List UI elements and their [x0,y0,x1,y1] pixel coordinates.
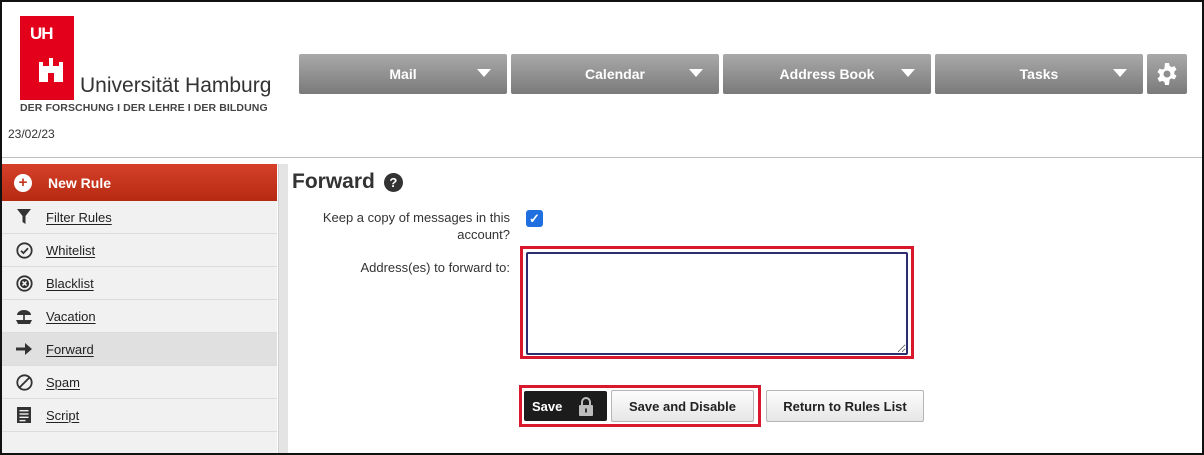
arrow-right-icon [12,343,36,355]
dropdown-arrow-icon[interactable] [1113,69,1127,77]
settings-button[interactable] [1147,54,1187,94]
plus-icon: + [14,173,32,192]
keep-copy-label: Keep a copy of messages in this account? [322,210,510,242]
vacation-icon [12,308,36,325]
nav-tab-address-book[interactable]: Address Book [723,54,931,94]
return-to-rules-list-label: Return to Rules List [783,398,907,414]
sidebar-item-script[interactable]: Script [2,399,277,432]
sidebar-item-forward[interactable]: Forward [2,333,277,366]
forward-address-label: Address(es) to forward to: [360,260,510,275]
sidebar-item-spam[interactable]: Spam [2,366,277,399]
sidebar-item-vacation[interactable]: Vacation [2,300,277,333]
keep-copy-checkbox[interactable]: ✓ [526,210,543,227]
x-circle-icon [12,274,36,292]
return-to-rules-list-button[interactable]: Return to Rules List [766,390,924,422]
sidebar-item-label: Whitelist [46,242,96,258]
university-tagline: DER FORSCHUNG I DER LEHRE I DER BILDUNG [20,102,268,114]
new-rule-button[interactable]: + New Rule [2,164,277,201]
app-window: UH Universität Hamburg DER FORSCHUNG I D… [0,0,1204,455]
check-circle-icon [12,241,36,259]
header-divider [2,157,1202,158]
funnel-icon [12,209,36,225]
nav-tab-label: Address Book [779,66,875,82]
sidebar-item-whitelist[interactable]: Whitelist [2,234,277,267]
university-name: Universität Hamburg [80,74,272,97]
forward-address-input[interactable] [526,252,908,355]
nav-tab-label: Mail [389,66,417,82]
sidebar: + New Rule Filter Rules Whitelist Blackl… [2,164,277,453]
sidebar-item-label: Blacklist [46,275,94,291]
sidebar-item-label: Script [46,407,80,423]
sidebar-item-label: Vacation [46,308,96,324]
no-sign-icon [12,373,36,391]
logo-mark: UH [20,16,74,100]
sidebar-scrollbar[interactable] [278,164,288,453]
dropdown-arrow-icon[interactable] [901,69,915,77]
new-rule-label: New Rule [48,174,112,191]
page-title-text: Forward [292,170,375,193]
save-button-label: Save [532,398,563,414]
page-title: Forward ? [292,170,403,194]
gear-icon [1157,63,1177,85]
sidebar-item-filter-rules[interactable]: Filter Rules [2,201,277,234]
nav-tab-mail[interactable]: Mail [299,54,507,94]
sidebar-item-blacklist[interactable]: Blacklist [2,267,277,300]
logo-mark-text: UH [30,24,54,43]
dropdown-arrow-icon[interactable] [689,69,703,77]
lock-icon [579,397,594,416]
university-logo[interactable]: UH Universität Hamburg DER FORSCHUNG I D… [16,12,296,114]
script-icon [12,407,36,423]
nav-tab-label: Calendar [585,66,645,82]
sidebar-item-label: Forward [46,341,94,357]
top-navigation: Mail Calendar Address Book Tasks [299,54,1187,94]
help-icon[interactable]: ? [383,172,403,192]
save-button[interactable]: Save [524,391,607,421]
sidebar-item-label: Filter Rules [46,209,112,225]
nav-tab-tasks[interactable]: Tasks [935,54,1143,94]
nav-tab-calendar[interactable]: Calendar [511,54,719,94]
dropdown-arrow-icon[interactable] [477,69,491,77]
castle-icon [39,58,63,82]
current-date: 23/02/23 [8,127,55,141]
save-and-disable-label: Save and Disable [629,398,736,414]
sidebar-item-label: Spam [46,374,80,390]
nav-tab-label: Tasks [1019,66,1059,82]
save-and-disable-button[interactable]: Save and Disable [611,390,754,422]
